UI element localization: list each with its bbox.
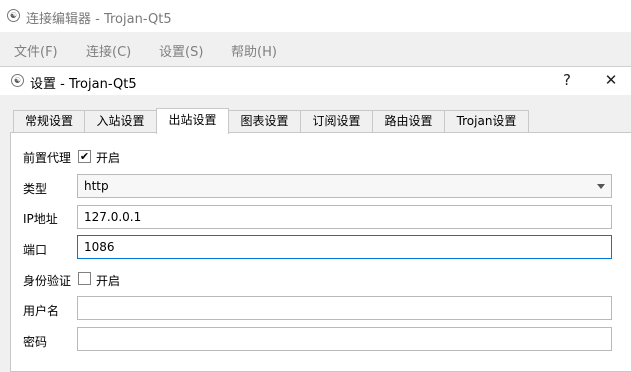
type-select-value: http (84, 179, 109, 193)
dialog-title: 设置 - Trojan-Qt5 (30, 77, 137, 92)
tab-inbound[interactable]: 入站设置 (84, 110, 157, 132)
auth-label: 身份验证 (23, 274, 72, 288)
tab-general[interactable]: 常规设置 (13, 110, 85, 132)
help-button[interactable]: ? (545, 67, 589, 95)
type-select[interactable]: http (77, 174, 612, 198)
menubar: 文件(F) 连接(C) 设置(S) 帮助(H) (0, 32, 631, 66)
menu-help[interactable]: 帮助(H) (231, 41, 277, 60)
username-input[interactable] (77, 296, 612, 320)
auth-checkbox-label[interactable]: 开启 (96, 272, 120, 289)
ip-input[interactable] (77, 205, 612, 229)
tab-trojan[interactable]: Trojan设置 (444, 110, 529, 132)
trojan-app-icon: ☯ (7, 9, 20, 22)
port-label: 端口 (23, 243, 48, 257)
tab-routing[interactable]: 路由设置 (372, 110, 445, 132)
password-label: 密码 (23, 335, 48, 349)
settings-dialog: ☯ 设置 - Trojan-Qt5 ? ✕ 常规设置 入站设置 出站设置 图表设… (0, 66, 631, 372)
chevron-down-icon (597, 184, 605, 189)
main-window: ☯ 连接编辑器 - Trojan-Qt5 文件(F) 连接(C) 设置(S) 帮… (0, 0, 631, 66)
close-button[interactable]: ✕ (589, 67, 631, 95)
auth-checkbox[interactable] (78, 272, 91, 285)
front-proxy-checkbox-label[interactable]: 开启 (96, 149, 120, 166)
dialog-titlebar: ☯ 设置 - Trojan-Qt5 ? ✕ (0, 67, 631, 95)
ip-label: IP地址 (23, 212, 58, 226)
menu-connection[interactable]: 连接(C) (86, 41, 131, 60)
main-window-title: 连接编辑器 - Trojan-Qt5 (26, 12, 172, 27)
trojan-app-icon: ☯ (11, 74, 24, 87)
menu-file[interactable]: 文件(F) (14, 41, 58, 60)
tab-chart[interactable]: 图表设置 (228, 110, 301, 132)
tab-outbound[interactable]: 出站设置 (156, 108, 229, 134)
front-proxy-label: 前置代理 (23, 151, 72, 165)
username-label: 用户名 (23, 304, 60, 318)
password-input[interactable] (77, 327, 612, 351)
tab-subscription[interactable]: 订阅设置 (300, 110, 373, 132)
front-proxy-checkbox[interactable]: ✔ (78, 150, 91, 163)
main-window-titlebar: ☯ 连接编辑器 - Trojan-Qt5 (0, 0, 631, 32)
type-label: 类型 (23, 182, 48, 196)
port-input[interactable] (77, 235, 612, 259)
menu-settings[interactable]: 设置(S) (159, 41, 203, 60)
